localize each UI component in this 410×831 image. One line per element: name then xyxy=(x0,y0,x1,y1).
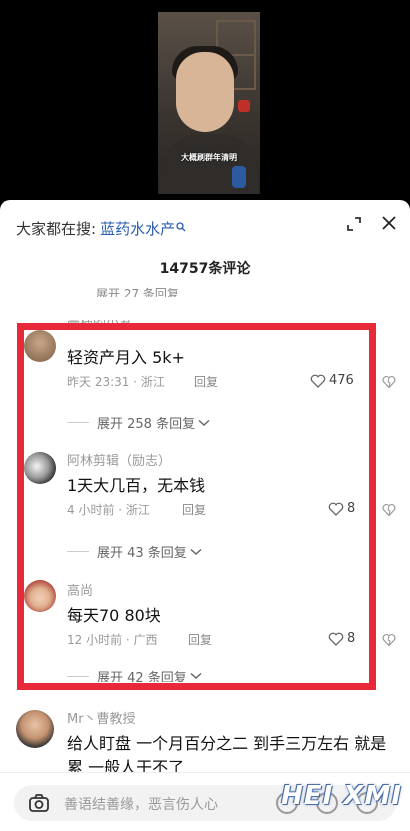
comment-panel: 大家都在搜: 蓝药水水产 14757条评论 展开 27 条回复 豪横的小丑 轻资… xyxy=(0,200,410,831)
highlight-box xyxy=(17,323,376,690)
decor-phone xyxy=(232,166,246,188)
camera-icon[interactable] xyxy=(28,792,50,814)
watermark-logo: HEI XMI xyxy=(281,781,402,811)
peek-expand-replies[interactable]: 展开 27 条回复 xyxy=(96,285,179,297)
dislike-icon[interactable] xyxy=(382,502,396,517)
dislike-icon[interactable] xyxy=(382,632,396,647)
search-mini-icon[interactable] xyxy=(176,221,186,235)
video-area[interactable]: 大概刷群年清明 xyxy=(0,0,410,200)
comment-input-bar: 善语结善缘，恶言伤人心 HEI XMI xyxy=(0,772,410,831)
search-link[interactable]: 蓝药水水产 xyxy=(100,218,175,239)
search-suggestion: 大家都在搜: 蓝药水水产 xyxy=(16,216,186,240)
expand-icon[interactable] xyxy=(346,216,362,232)
video-caption: 大概刷群年清明 xyxy=(181,153,237,162)
comment-item: Mr丶曹教授 给人盯盘 一个月百分之二 到手三万左右 就是 累 一般人干不了 xyxy=(16,708,406,778)
video-thumbnail[interactable]: 大概刷群年清明 xyxy=(158,12,260,194)
search-label: 大家都在搜: xyxy=(16,219,97,238)
avatar[interactable] xyxy=(16,710,54,748)
comment-count: 14757条评论 xyxy=(159,261,251,277)
decor-red xyxy=(238,100,250,112)
person-head xyxy=(176,52,234,132)
input-placeholder: 善语结善缘，恶言伤人心 xyxy=(64,797,218,813)
comment-text: 给人盯盘 一个月百分之二 到手三万左右 就是 xyxy=(67,734,387,753)
comment-username[interactable]: Mr丶曹教授 xyxy=(67,708,136,727)
dislike-icon[interactable] xyxy=(382,374,396,389)
close-icon[interactable] xyxy=(380,214,398,232)
